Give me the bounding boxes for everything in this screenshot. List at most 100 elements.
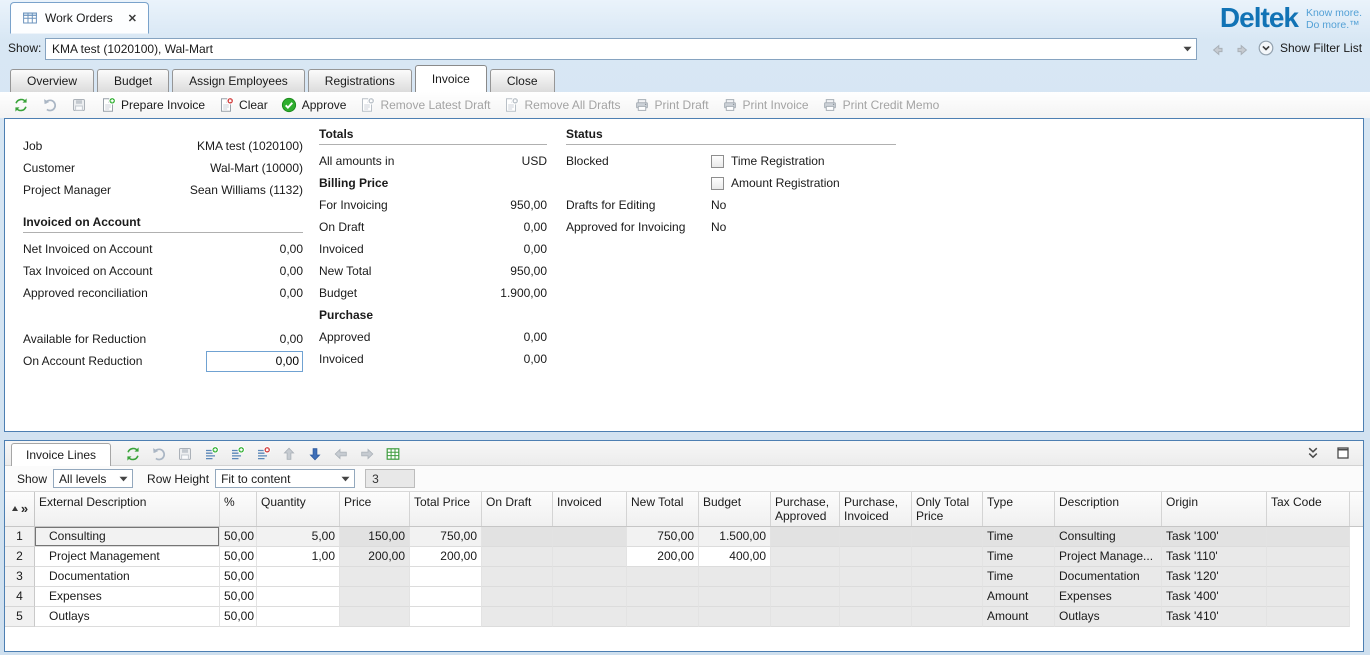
cell-purchase_approved[interactable]: [771, 567, 840, 587]
cell-budget[interactable]: [699, 567, 771, 587]
column-header-purchase_approved[interactable]: Purchase, Approved: [771, 492, 840, 526]
cell-external_description[interactable]: Expenses: [35, 587, 220, 607]
cell-quantity[interactable]: [257, 567, 340, 587]
cell-external_description[interactable]: Outlays: [35, 607, 220, 627]
cell-external_description[interactable]: Project Management: [35, 547, 220, 567]
column-header-total_price[interactable]: Total Price: [410, 492, 482, 526]
cell-total_price[interactable]: [410, 587, 482, 607]
row-height-combobox[interactable]: Fit to content: [215, 469, 355, 488]
tab-overview[interactable]: Overview: [10, 69, 94, 92]
cell-external_description[interactable]: Documentation: [35, 567, 220, 587]
checkbox-time-registration[interactable]: [711, 155, 724, 168]
cell-tax_code[interactable]: [1267, 567, 1350, 587]
tab-invoice[interactable]: Invoice: [415, 65, 487, 92]
cell-invoiced[interactable]: [553, 547, 627, 567]
cell-invoiced[interactable]: [553, 587, 627, 607]
show-levels-combobox[interactable]: All levels: [53, 469, 133, 488]
chevron-double-down-icon[interactable]: [1305, 445, 1321, 461]
cell-only_total_price[interactable]: [912, 527, 983, 547]
cell-purchase_approved[interactable]: [771, 587, 840, 607]
cell-new_total[interactable]: [627, 567, 699, 587]
cell-purchase_approved[interactable]: [771, 547, 840, 567]
column-header-purchase_invoiced[interactable]: Purchase, Invoiced: [840, 492, 912, 526]
row-number[interactable]: 1: [5, 527, 35, 547]
tab-budget[interactable]: Budget: [97, 69, 169, 92]
cell-only_total_price[interactable]: [912, 567, 983, 587]
toolbar-button-clear[interactable]: Clear: [213, 94, 273, 116]
column-header-description[interactable]: Description: [1055, 492, 1162, 526]
toolbar-button-prepare-invoice[interactable]: Prepare Invoice: [95, 94, 210, 116]
cell-quantity[interactable]: 5,00: [257, 527, 340, 547]
invoice-lines-tab[interactable]: Invoice Lines: [11, 443, 111, 466]
cell-price[interactable]: [340, 567, 410, 587]
cell-percent[interactable]: 50,00: [220, 567, 257, 587]
cell-tax_code[interactable]: [1267, 607, 1350, 627]
cell-type[interactable]: Time: [983, 527, 1055, 547]
cell-purchase_approved[interactable]: [771, 527, 840, 547]
column-header-invoiced[interactable]: Invoiced: [553, 492, 627, 526]
cell-new_total[interactable]: [627, 607, 699, 627]
delete-line-icon[interactable]: [255, 446, 271, 462]
work-orders-document-tab[interactable]: Work Orders ✕: [10, 2, 149, 34]
cell-only_total_price[interactable]: [912, 587, 983, 607]
move-down-icon[interactable]: [307, 446, 323, 462]
cell-quantity[interactable]: [257, 607, 340, 627]
column-header-new_total[interactable]: New Total: [627, 492, 699, 526]
cell-only_total_price[interactable]: [912, 547, 983, 567]
cell-total_price[interactable]: 200,00: [410, 547, 482, 567]
cell-percent[interactable]: 50,00: [220, 607, 257, 627]
select-all-corner[interactable]: »: [5, 492, 35, 526]
column-header-budget[interactable]: Budget: [699, 492, 771, 526]
cell-purchase_invoiced[interactable]: [840, 547, 912, 567]
row-number[interactable]: 2: [5, 547, 35, 567]
tab-assign-employees[interactable]: Assign Employees: [172, 69, 305, 92]
maximize-icon[interactable]: [1335, 445, 1351, 461]
column-header-type[interactable]: Type: [983, 492, 1055, 526]
cell-price[interactable]: [340, 587, 410, 607]
add-line-icon[interactable]: [229, 446, 245, 462]
cell-invoiced[interactable]: [553, 527, 627, 547]
cell-origin[interactable]: Task '410': [1162, 607, 1267, 627]
job-filter-combobox[interactable]: KMA test (1020100), Wal-Mart: [45, 38, 1197, 60]
cell-on_draft[interactable]: [482, 607, 553, 627]
toolbar-button-refresh-icon[interactable]: [8, 94, 34, 116]
cell-quantity[interactable]: [257, 587, 340, 607]
cell-on_draft[interactable]: [482, 587, 553, 607]
column-header-only_total_price[interactable]: Only Total Price: [912, 492, 983, 526]
combo-dropdown-icon[interactable]: [115, 470, 132, 487]
cell-purchase_approved[interactable]: [771, 607, 840, 627]
cell-new_total[interactable]: [627, 587, 699, 607]
cell-description[interactable]: Outlays: [1055, 607, 1162, 627]
insert-line-icon[interactable]: [203, 446, 219, 462]
cell-total_price[interactable]: [410, 567, 482, 587]
close-icon[interactable]: ✕: [128, 12, 137, 25]
grid-icon[interactable]: [385, 446, 401, 462]
cell-on_draft[interactable]: [482, 527, 553, 547]
cell-origin[interactable]: Task '120': [1162, 567, 1267, 587]
cell-origin[interactable]: Task '100': [1162, 527, 1267, 547]
cell-purchase_invoiced[interactable]: [840, 527, 912, 547]
checkbox-amount-registration[interactable]: [711, 177, 724, 190]
combo-dropdown-icon[interactable]: [1179, 39, 1196, 59]
toolbar-button-approve[interactable]: Approve: [276, 94, 352, 116]
cell-type[interactable]: Time: [983, 547, 1055, 567]
column-header-on_draft[interactable]: On Draft: [482, 492, 553, 526]
cell-budget[interactable]: 400,00: [699, 547, 771, 567]
cell-new_total[interactable]: 200,00: [627, 547, 699, 567]
cell-description[interactable]: Consulting: [1055, 527, 1162, 547]
nav-forward-icon[interactable]: [1233, 41, 1253, 59]
cell-only_total_price[interactable]: [912, 607, 983, 627]
cell-percent[interactable]: 50,00: [220, 547, 257, 567]
cell-tax_code[interactable]: [1267, 527, 1350, 547]
combo-dropdown-icon[interactable]: [337, 470, 354, 487]
cell-new_total[interactable]: 750,00: [627, 527, 699, 547]
cell-type[interactable]: Amount: [983, 587, 1055, 607]
cell-total_price[interactable]: [410, 607, 482, 627]
cell-purchase_invoiced[interactable]: [840, 607, 912, 627]
column-header-external_description[interactable]: External Description: [35, 492, 220, 526]
column-header-tax_code[interactable]: Tax Code: [1267, 492, 1350, 526]
cell-type[interactable]: Amount: [983, 607, 1055, 627]
cell-budget[interactable]: 1.500,00: [699, 527, 771, 547]
cell-description[interactable]: Project Manage...: [1055, 547, 1162, 567]
cell-budget[interactable]: [699, 587, 771, 607]
